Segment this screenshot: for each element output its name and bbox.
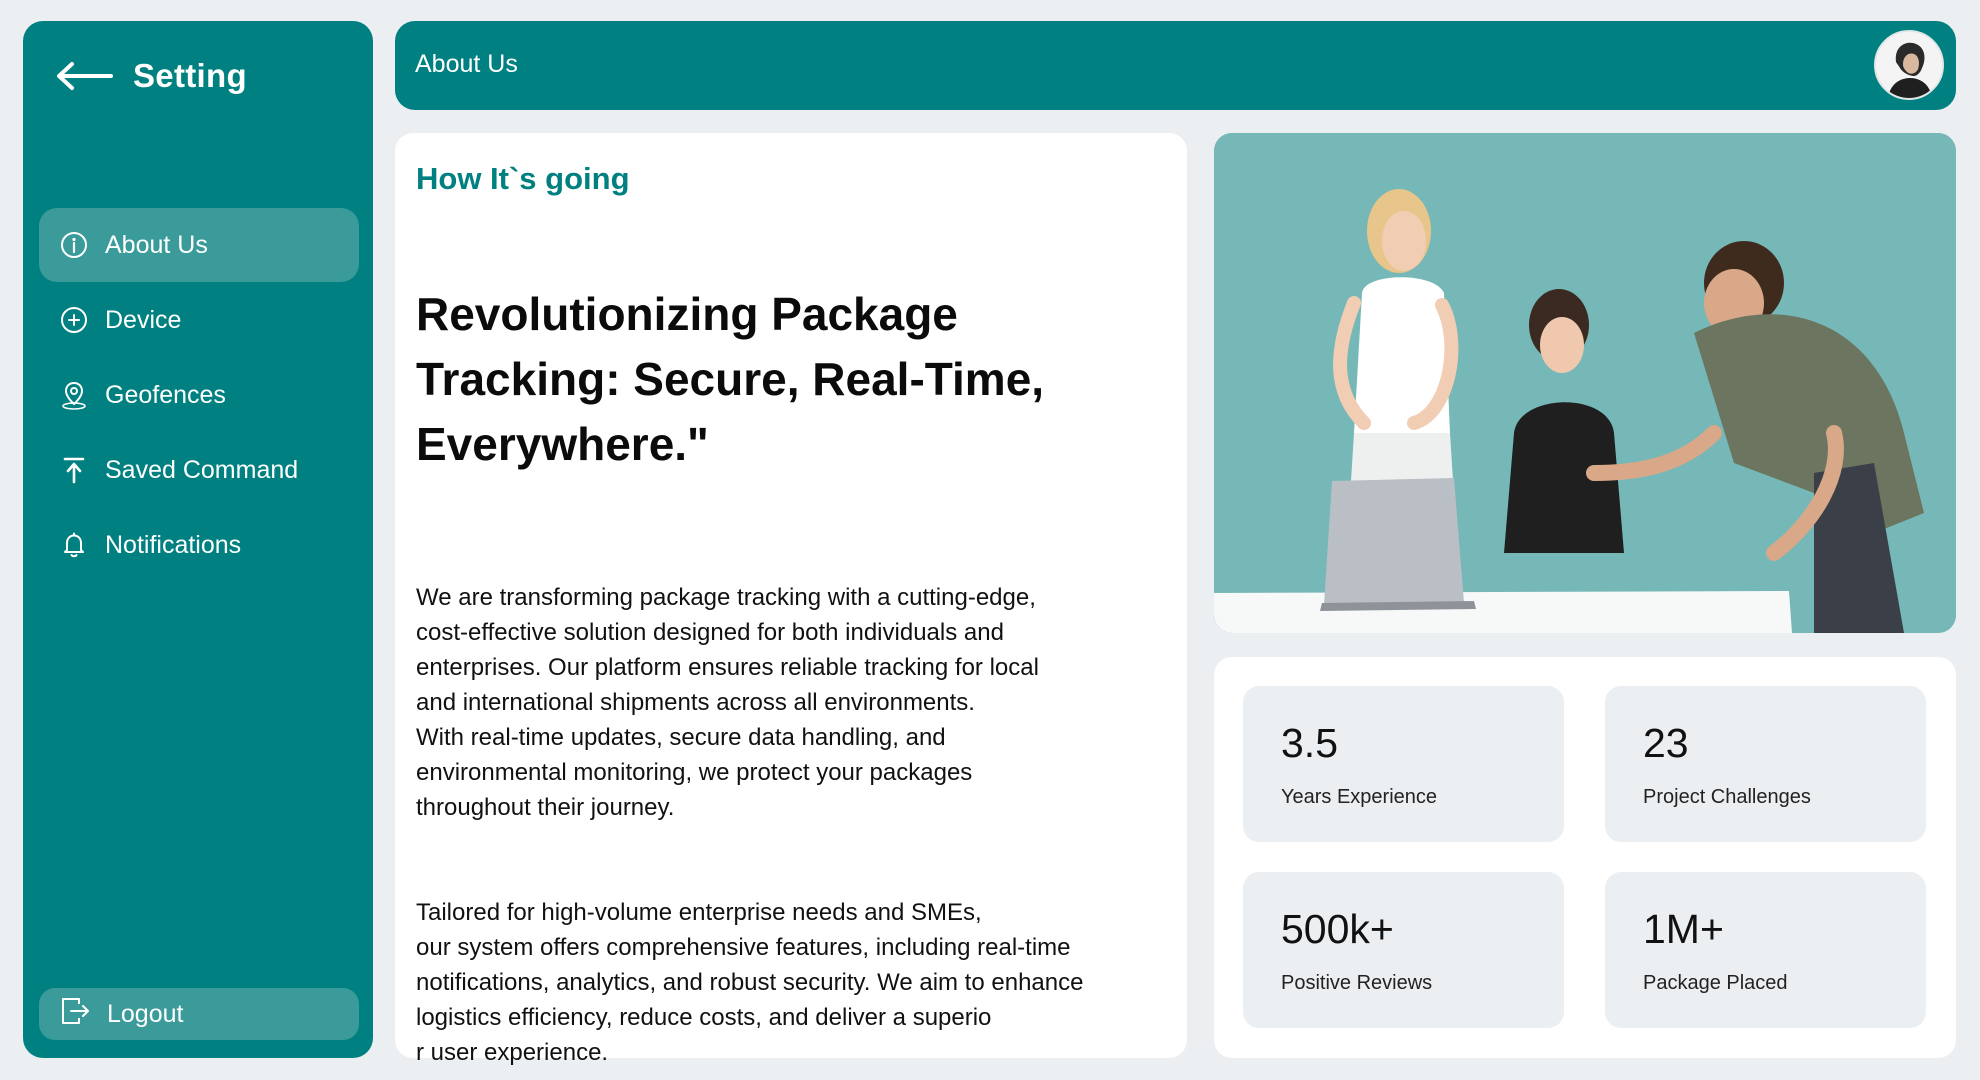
stat-value: 3.5 [1281,720,1338,766]
user-avatar-icon [1876,32,1942,98]
stat-label: Package Placed [1643,972,1788,994]
page-title: About Us [415,50,518,78]
avatar[interactable] [1874,30,1944,100]
stat-label: Project Challenges [1643,786,1811,808]
info-icon [59,230,89,260]
sidebar-item-about-us[interactable]: About Us [39,208,359,282]
back-button[interactable]: Setting [55,57,247,95]
stat-label: Positive Reviews [1281,972,1433,994]
stat-positive-reviews: 500k+ Positive Reviews [1243,872,1564,1028]
stat-value: 1M+ [1643,906,1724,952]
header-bar: About Us [395,21,1956,110]
upload-arrow-icon [59,455,89,485]
stat-years-experience: 3.5 Years Experience [1243,686,1564,842]
location-pin-icon [59,380,89,410]
arrow-left-icon [57,62,113,90]
stat-package-placed: 1M+ Package Placed [1605,872,1926,1028]
sidebar-title: Setting [133,57,247,94]
plus-circle-icon [59,305,89,335]
body-text: We are transforming package tracking wit… [416,545,1176,1080]
stats-card: 3.5 Years Experience 23 Project Challeng… [1214,657,1956,1058]
stat-project-challenges: 23 Project Challenges [1605,686,1926,842]
sidebar: Setting About Us Device Geofences Saved … [23,21,373,1058]
logout-button[interactable]: Logout [39,988,359,1040]
section-kicker: How It`s going [416,161,630,196]
headline: Revolutionizing Package Tracking: Secure… [416,288,1045,470]
stat-value: 500k+ [1281,906,1394,952]
sidebar-item-label: About Us [105,230,208,259]
sidebar-item-label: Device [105,305,182,334]
sidebar-item-geofences[interactable]: Geofences [39,358,359,432]
sidebar-item-label: Notifications [105,530,242,559]
about-content-card: How It`s going Revolutionizing Package T… [395,133,1187,1066]
stat-label: Years Experience [1281,786,1438,808]
stat-value: 23 [1643,720,1689,766]
bell-icon [59,530,89,560]
sidebar-item-device[interactable]: Device [39,283,359,357]
sidebar-item-notifications[interactable]: Notifications [39,508,359,582]
paragraph: Tailored for high-volume enterprise need… [416,899,1084,1066]
sidebar-item-saved-command[interactable]: Saved Command [39,433,359,507]
paragraph: We are transforming package tracking wit… [416,584,1039,821]
logout-label: Logout [107,999,184,1028]
sidebar-nav: About Us Device Geofences Saved Command … [39,208,359,583]
logout-icon [59,995,91,1034]
hero-image [1214,133,1956,633]
sidebar-item-label: Saved Command [105,455,299,484]
sidebar-item-label: Geofences [105,380,226,409]
